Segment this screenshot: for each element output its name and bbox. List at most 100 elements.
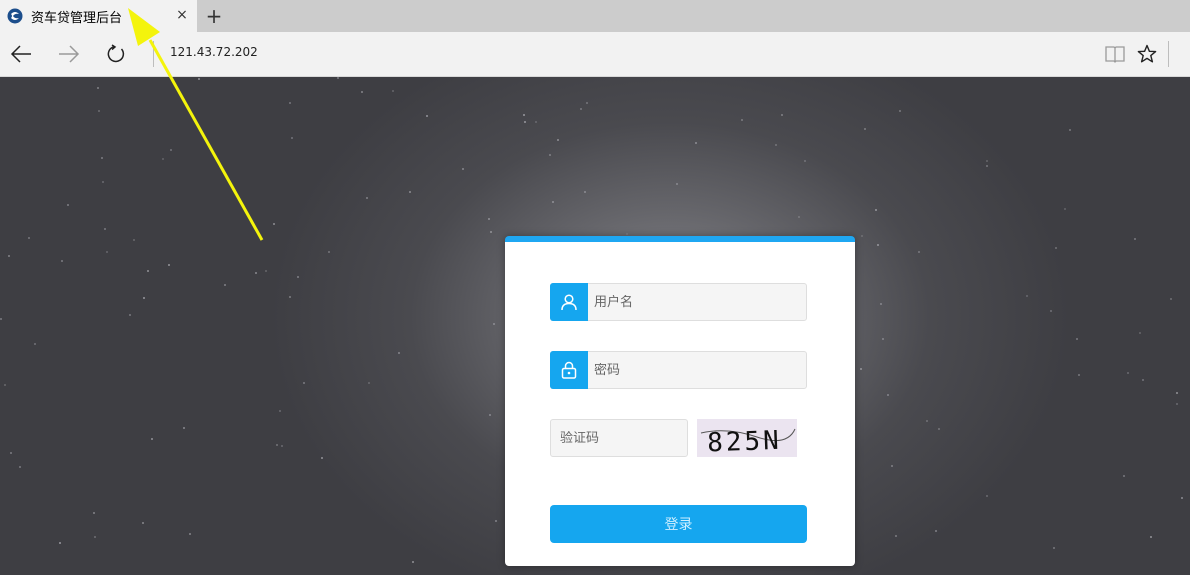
star-dot [67, 204, 69, 206]
star-dot [882, 338, 884, 340]
star-dot [321, 457, 323, 459]
star-dot [986, 495, 988, 497]
star-dot [409, 191, 411, 193]
star-dot [94, 536, 96, 538]
captcha-image[interactable]: 825N [697, 419, 797, 458]
star-dot [1142, 379, 1144, 381]
lock-icon [550, 350, 588, 389]
star-dot [798, 216, 800, 218]
star-dot [8, 255, 10, 257]
star-dot [861, 235, 863, 237]
star-dot [142, 522, 144, 524]
star-dot [361, 91, 363, 93]
login-card: 825N 登录 [505, 236, 855, 566]
star-dot [1134, 238, 1136, 240]
star-dot [552, 201, 554, 203]
star-dot [104, 228, 106, 230]
star-dot [289, 296, 291, 298]
star-dot [626, 233, 628, 235]
star-dot [147, 270, 149, 272]
star-dot [1069, 129, 1071, 131]
star-dot [523, 114, 525, 116]
star-dot [877, 244, 879, 246]
new-tab-button[interactable]: + [203, 5, 225, 27]
star-dot [1139, 332, 1141, 334]
star-dot [462, 168, 464, 170]
star-dot [1053, 547, 1055, 549]
star-dot [98, 110, 100, 112]
star-dot [775, 144, 777, 146]
star-dot [524, 121, 526, 123]
star-dot [366, 197, 368, 199]
password-input[interactable] [594, 362, 794, 378]
username-input[interactable] [594, 294, 794, 310]
star-dot [297, 276, 299, 278]
favorite-star-icon[interactable] [1134, 41, 1160, 67]
star-dot [695, 142, 697, 144]
star-dot [676, 183, 678, 185]
star-dot [1176, 403, 1178, 405]
star-dot [151, 438, 153, 440]
star-dot [279, 410, 281, 412]
star-dot [935, 530, 937, 532]
browser-tab[interactable]: 资车贷管理后台 × [0, 0, 197, 32]
star-dot [4, 384, 6, 386]
forward-arrow-icon[interactable] [56, 41, 82, 67]
star-dot [584, 191, 586, 193]
tab-close-icon[interactable]: × [175, 8, 189, 22]
star-dot [303, 382, 305, 384]
star-dot [1123, 475, 1125, 477]
address-bar[interactable]: 121.43.72.202 [170, 45, 258, 59]
captcha-input[interactable] [560, 430, 680, 446]
star-dot [392, 90, 394, 92]
tab-title: 资车贷管理后台 [31, 10, 123, 26]
star-dot [580, 108, 582, 110]
star-dot [938, 428, 940, 430]
star-dot [162, 158, 164, 160]
star-dot [781, 114, 783, 116]
star-dot [891, 465, 893, 467]
star-dot [398, 352, 400, 354]
star-dot [102, 181, 104, 183]
login-button[interactable]: 登录 [550, 505, 807, 543]
refresh-icon[interactable] [103, 41, 129, 67]
star-dot [895, 535, 897, 537]
star-dot [189, 533, 191, 535]
star-dot [61, 260, 63, 262]
star-dot [101, 157, 103, 159]
star-dot [106, 251, 108, 253]
toolbar-divider-right [1168, 41, 1169, 67]
star-dot [535, 121, 537, 123]
username-field [550, 282, 807, 321]
star-dot [224, 284, 226, 286]
star-dot [926, 420, 928, 422]
address-toolbar: 121.43.72.202 [0, 32, 1190, 77]
star-dot [28, 237, 30, 239]
star-dot [0, 318, 2, 320]
star-dot [1181, 497, 1183, 499]
star-dot [986, 160, 988, 162]
star-dot [368, 382, 370, 384]
star-dot [493, 323, 495, 325]
star-dot [549, 154, 551, 156]
password-field [550, 350, 807, 389]
star-dot [291, 137, 293, 139]
star-dot [265, 270, 267, 272]
star-dot [918, 251, 920, 253]
star-dot [426, 115, 428, 117]
star-dot [586, 102, 588, 104]
star-dot [864, 128, 866, 130]
reading-view-icon[interactable] [1102, 41, 1128, 67]
star-dot [741, 119, 743, 121]
star-dot [183, 427, 185, 429]
toolbar-divider [153, 41, 154, 67]
star-dot [10, 452, 12, 454]
star-dot [337, 77, 339, 79]
star-dot [143, 297, 145, 299]
star-dot [860, 368, 862, 370]
tab-bar: 资车贷管理后台 × + [0, 0, 1190, 32]
star-dot [875, 209, 877, 211]
star-dot [289, 102, 291, 104]
back-arrow-icon[interactable] [8, 41, 34, 67]
star-dot [133, 239, 135, 241]
